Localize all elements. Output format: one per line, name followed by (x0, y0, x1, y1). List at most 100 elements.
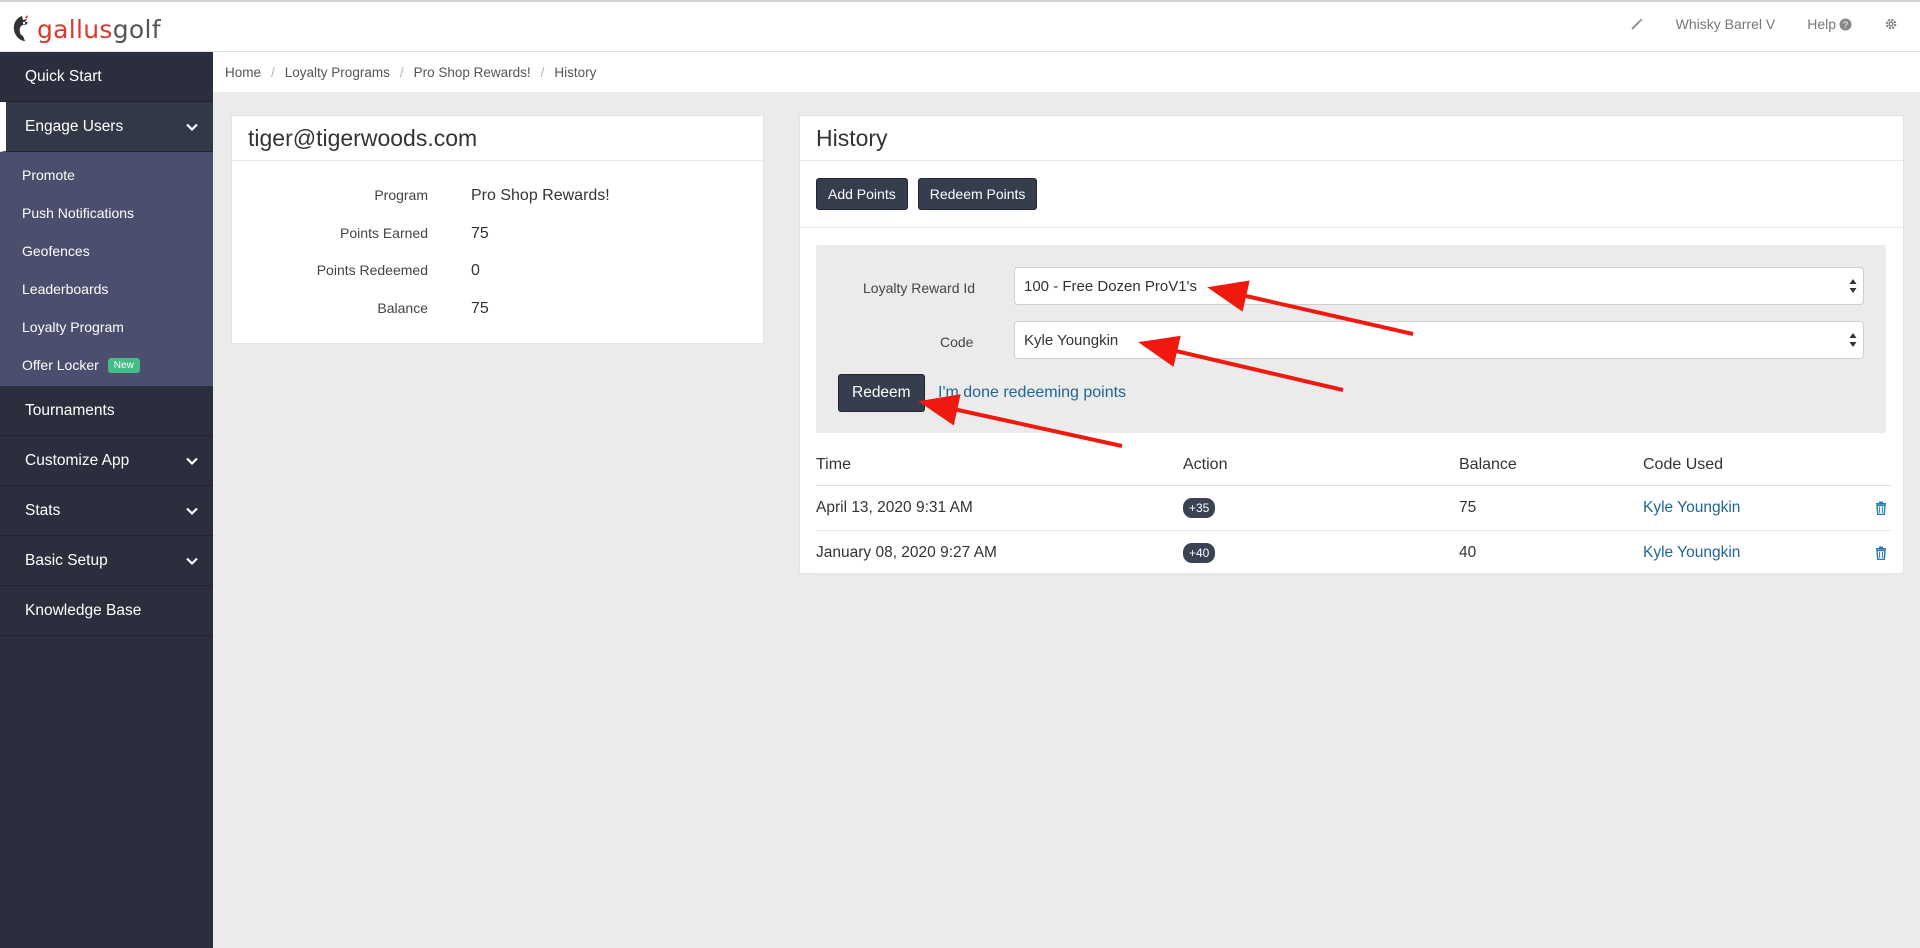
history-toolbar: Add Points Redeem Points (800, 161, 1903, 228)
question-circle-icon: ? (1839, 18, 1852, 30)
user-email-title: tiger@tigerwoods.com (232, 116, 763, 161)
help-label: Help (1807, 16, 1836, 32)
rooster-logo-icon (13, 15, 28, 41)
table-row: April 13, 2020 9:31 AM +35 75 Kyle Young… (816, 486, 1891, 531)
points-earned-label: Points Earned (340, 224, 428, 241)
sidebar-item-promote[interactable]: Promote (0, 156, 213, 194)
points-earned-value: 75 (471, 224, 489, 242)
sidebar-item-label: Tournaments (25, 401, 115, 419)
sidebar-item-quick-start[interactable]: Quick Start (0, 52, 213, 102)
history-table: Time Action Balance Code Used April 13, … (816, 444, 1891, 576)
column-header-balance: Balance (1459, 455, 1517, 473)
row-balance: 40 (1459, 544, 1477, 561)
program-label: Program (374, 187, 428, 203)
breadcrumb-separator: / (399, 64, 404, 80)
sidebar-item-label: Engage Users (25, 117, 124, 135)
sidebar-item-offer-locker[interactable]: Offer Locker New (0, 346, 213, 384)
breadcrumb-current: History (554, 64, 597, 80)
info-row-points-redeemed: Points Redeemed 0 (232, 258, 763, 296)
breadcrumb-separator: / (540, 64, 545, 80)
sidebar-item-engage-users[interactable]: Engage Users (0, 102, 213, 152)
redeem-button[interactable]: Redeem (838, 374, 925, 412)
logo[interactable]: gallusgolf (10, 14, 161, 44)
code-label: Code (940, 334, 974, 350)
loyalty-reward-id-label: Loyalty Reward Id (863, 280, 976, 296)
redeem-form: Loyalty Reward Id 100 - Free Dozen ProV1… (816, 245, 1886, 433)
column-header-code-used: Code Used (1643, 455, 1724, 473)
loyalty-reward-select[interactable]: 100 - Free Dozen ProV1's (1014, 267, 1864, 305)
column-header-time: Time (816, 455, 851, 473)
logo-text: gallusgolf (37, 15, 161, 44)
trash-icon[interactable] (1875, 546, 1887, 560)
info-row-balance: Balance 75 (232, 296, 763, 334)
sidebar-item-knowledge-base[interactable]: Knowledge Base (0, 586, 213, 636)
trash-icon[interactable] (1875, 501, 1887, 515)
sidebar-item-loyalty-program[interactable]: Loyalty Program (0, 308, 213, 346)
breadcrumb-home[interactable]: Home (225, 65, 261, 80)
row-balance: 75 (1459, 499, 1477, 516)
row-code-used-link[interactable]: Kyle Youngkin (1643, 544, 1843, 562)
chevron-down-icon (186, 557, 198, 565)
sidebar-item-label: Stats (25, 501, 61, 519)
info-row-points-earned: Points Earned 75 (232, 221, 763, 259)
engage-users-submenu: Promote Push Notifications Geofences Lea… (0, 152, 213, 386)
program-value: Pro Shop Rewards! (471, 187, 610, 204)
select-arrows-icon (1849, 333, 1857, 347)
row-time: April 13, 2020 9:31 AM (816, 499, 973, 516)
breadcrumb-loyalty-programs[interactable]: Loyalty Programs (285, 65, 390, 80)
history-title: History (800, 116, 1903, 161)
sidebar-item-label: Quick Start (25, 67, 102, 85)
points-change-badge: +40 (1183, 543, 1216, 563)
course-name-menu[interactable]: Whisky Barrel V (1676, 16, 1776, 32)
row-code-used-link[interactable]: Kyle Youngkin (1643, 499, 1843, 517)
user-info-grid: Program Pro Shop Rewards! Points Earned … (232, 161, 763, 333)
column-header-action: Action (1183, 455, 1228, 473)
breadcrumb-separator: / (271, 64, 275, 80)
breadcrumb: Home / Loyalty Programs / Pro Shop Rewar… (213, 52, 1920, 92)
sidebar-item-geofences[interactable]: Geofences (0, 232, 213, 270)
chevron-down-icon (186, 507, 198, 515)
row-action: +35 (1183, 498, 1459, 518)
sidebar-item-label: Customize App (25, 451, 130, 469)
sidebar-item-basic-setup[interactable]: Basic Setup (0, 536, 213, 586)
sidebar-item-push-notifications[interactable]: Push Notifications (0, 194, 213, 232)
points-redeemed-value: 0 (471, 262, 480, 279)
chevron-down-icon (186, 123, 198, 131)
help-menu[interactable]: Help ? (1807, 16, 1852, 32)
logo-text-primary: gallus (37, 14, 113, 44)
sidebar: Quick Start Engage Users Promote Push No… (0, 52, 213, 948)
gear-icon[interactable] (1884, 17, 1898, 31)
add-points-button[interactable]: Add Points (816, 178, 908, 210)
loyalty-reward-selected-value: 100 - Free Dozen ProV1's (1024, 277, 1197, 295)
row-action: +40 (1183, 543, 1459, 563)
sidebar-item-stats[interactable]: Stats (0, 486, 213, 536)
info-row-program: Program Pro Shop Rewards! (232, 183, 763, 221)
balance-value: 75 (471, 299, 489, 317)
history-panel: History Add Points Redeem Points Loyalty… (799, 115, 1904, 576)
logo-text-secondary: golf (112, 14, 161, 44)
done-redeeming-link[interactable]: I'm done redeeming points (938, 384, 1126, 402)
sidebar-item-customize-app[interactable]: Customize App (0, 436, 213, 486)
sidebar-item-label: Offer Locker (22, 357, 99, 373)
code-select[interactable]: Kyle Youngkin (1014, 321, 1864, 359)
sidebar-item-leaderboards[interactable]: Leaderboards (0, 270, 213, 308)
breadcrumb-program[interactable]: Pro Shop Rewards! (414, 65, 531, 80)
sidebar-item-label: Basic Setup (25, 551, 108, 569)
table-header: Time Action Balance Code Used (816, 444, 1891, 486)
user-info-panel: tiger@tigerwoods.com Program Pro Shop Re… (231, 115, 764, 344)
table-row: January 08, 2020 9:27 AM +40 40 Kyle You… (816, 531, 1891, 576)
chevron-down-icon (186, 457, 198, 465)
select-arrows-icon (1849, 279, 1857, 293)
magic-wand-icon[interactable] (1630, 17, 1644, 31)
balance-label: Balance (377, 299, 428, 316)
code-selected-value: Kyle Youngkin (1024, 331, 1119, 349)
redeem-points-button[interactable]: Redeem Points (917, 178, 1038, 210)
svg-text:?: ? (1843, 20, 1848, 30)
top-bar: gallusgolf Whisky Barrel V Help ? (0, 0, 1920, 52)
row-time: January 08, 2020 9:27 AM (816, 544, 997, 561)
points-redeemed-label: Points Redeemed (316, 262, 428, 278)
sidebar-item-tournaments[interactable]: Tournaments (0, 386, 213, 436)
new-badge: New (107, 357, 140, 373)
sidebar-item-label: Knowledge Base (25, 601, 142, 619)
points-change-badge: +35 (1183, 498, 1216, 518)
